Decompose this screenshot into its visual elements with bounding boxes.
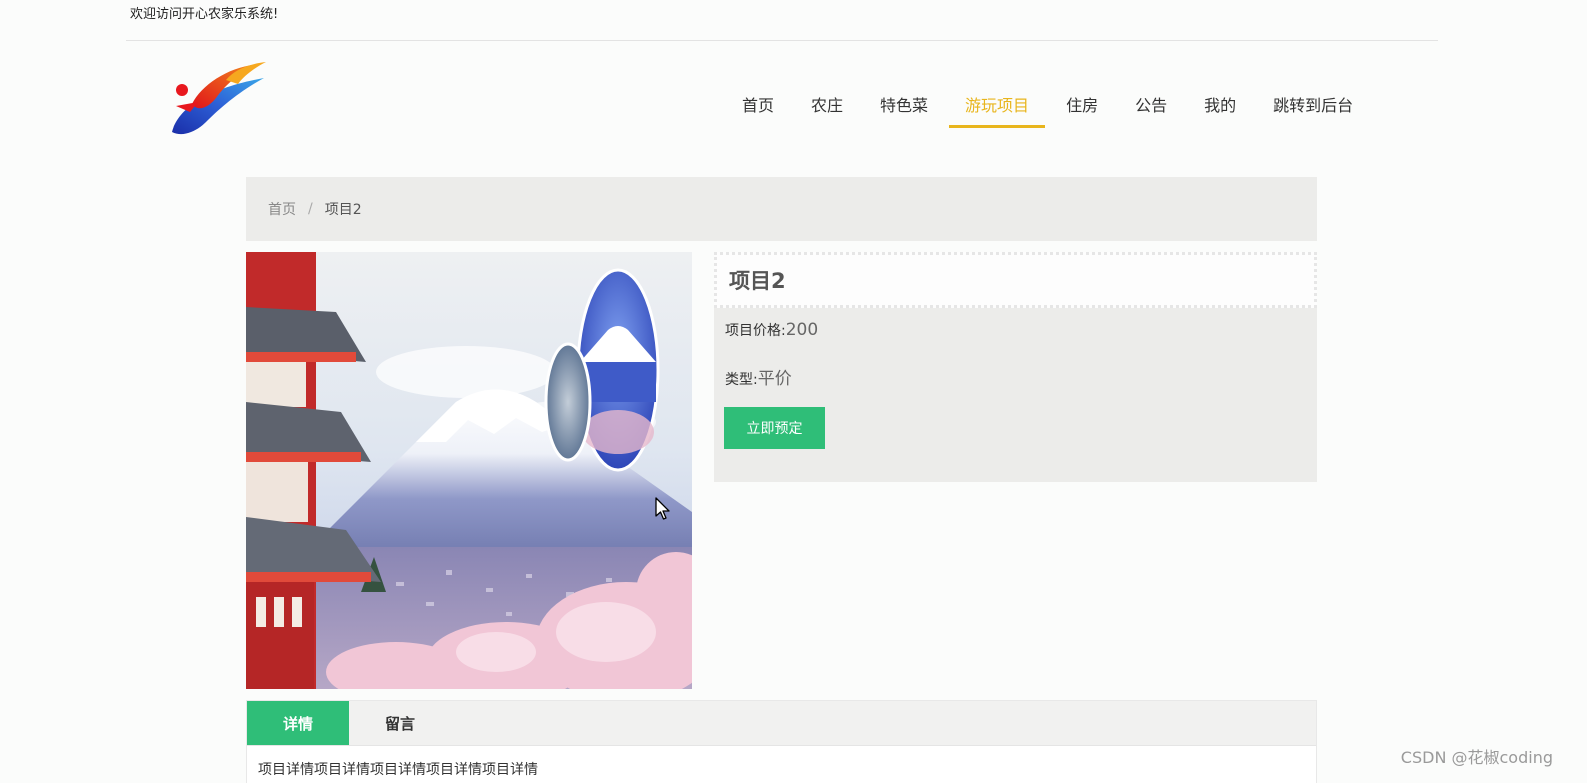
- watermark: CSDN @花椒coding: [1400, 748, 1553, 767]
- nav-my-account[interactable]: 我的: [1188, 84, 1252, 128]
- price-label: 项目价格:: [725, 323, 786, 339]
- tab-comments[interactable]: 留言: [349, 701, 451, 745]
- tab-content: 项目详情项目详情项目详情项目详情项目详情: [258, 762, 538, 778]
- type-label: 类型:: [725, 372, 758, 388]
- nav-announcements[interactable]: 公告: [1119, 84, 1183, 128]
- breadcrumb-home-link[interactable]: 首页: [268, 199, 296, 219]
- breadcrumb-current: 项目2: [324, 202, 362, 218]
- product-title-box: 项目2: [714, 252, 1317, 308]
- welcome-text: 欢迎访问开心农家乐系统!: [130, 7, 279, 22]
- nav-housing[interactable]: 住房: [1050, 84, 1114, 128]
- price-row: 项目价格: 200: [725, 320, 818, 340]
- book-now-button[interactable]: 立即预定: [724, 407, 825, 449]
- page: 欢迎访问开心农家乐系统! 首页 农庄 特色菜 游玩项目 住房 公告 我的 跳转到: [0, 0, 1587, 783]
- nav-home[interactable]: 首页: [726, 84, 790, 128]
- main-nav: 首页 农庄 特色菜 游玩项目 住房 公告 我的 跳转到后台: [726, 84, 1369, 128]
- nav-go-to-admin[interactable]: 跳转到后台: [1257, 84, 1369, 128]
- type-row: 类型: 平价: [725, 364, 792, 389]
- nav-farm[interactable]: 农庄: [795, 84, 859, 128]
- mouse-cursor-icon: [655, 497, 670, 520]
- product-image: [246, 252, 692, 689]
- breadcrumb: 首页 / 项目2: [246, 177, 1317, 241]
- type-value: 平价: [757, 369, 792, 389]
- product-title: 项目2: [729, 269, 786, 293]
- product-info-panel: 项目2 项目价格: 200 类型: 平价 立即预定: [714, 252, 1317, 482]
- top-bar: 欢迎访问开心农家乐系统!: [126, 0, 1438, 41]
- detail-tabs: 详情 留言 项目详情项目详情项目详情项目详情项目详情: [246, 700, 1317, 783]
- tab-header: 详情 留言: [247, 701, 1316, 746]
- tab-details[interactable]: 详情: [247, 701, 349, 745]
- nav-activities[interactable]: 游玩项目: [949, 84, 1046, 128]
- nav-specialty-dishes[interactable]: 特色菜: [864, 84, 944, 128]
- site-logo[interactable]: [168, 58, 272, 140]
- price-value: 200: [785, 320, 819, 340]
- breadcrumb-separator: /: [308, 201, 313, 217]
